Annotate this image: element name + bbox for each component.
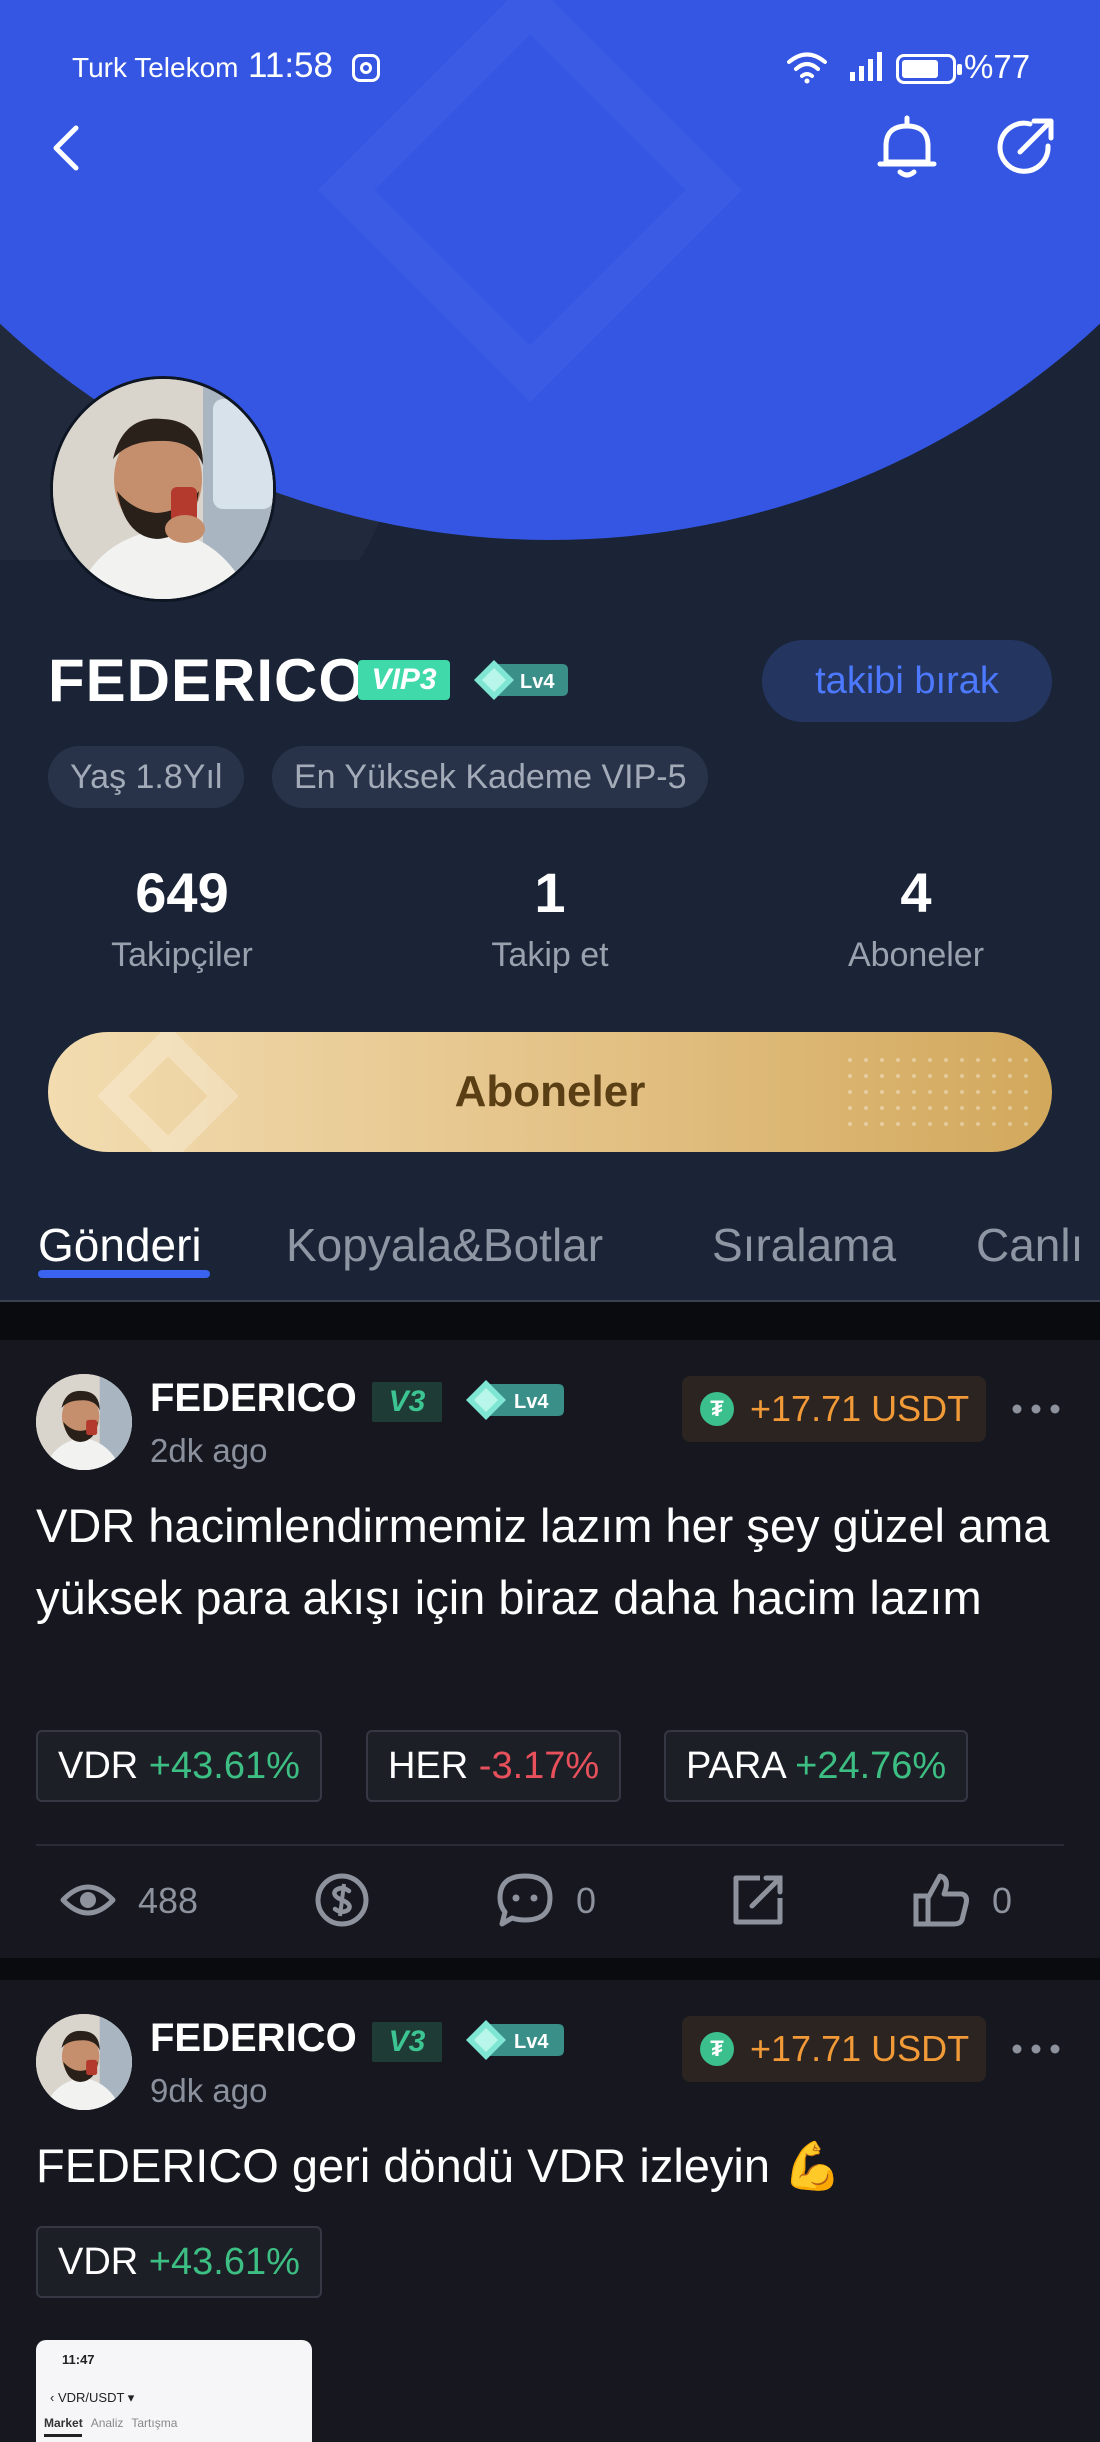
views-count: 488 <box>138 1880 199 1921</box>
chevron-left-icon[interactable] <box>46 118 86 178</box>
subscribe-button[interactable]: Aboneler <box>48 1032 1052 1152</box>
vip-badge: VIP3 <box>358 660 450 700</box>
post-author-name[interactable]: FEDERICO <box>150 2016 357 2061</box>
more-dots-icon[interactable] <box>1012 2044 1060 2054</box>
battery-percent: %77 <box>964 48 1031 85</box>
avatar[interactable] <box>50 376 276 602</box>
coin-change: +43.61% <box>148 2241 300 2283</box>
share-out-icon <box>733 1875 783 1925</box>
button-decoration <box>842 1052 1032 1132</box>
carrier-name: Turk Telekom <box>72 52 239 83</box>
comment-button[interactable]: 0 <box>496 1872 616 1932</box>
tip-button[interactable] <box>314 1872 374 1932</box>
post-text: FEDERICO geri döndü VDR izleyin 💪 <box>36 2139 842 2192</box>
coin-chip[interactable]: PARA +24.76% <box>664 1730 969 1802</box>
post-avatar[interactable] <box>36 2014 132 2110</box>
coin-chip[interactable]: VDR +43.61% <box>36 1730 322 1802</box>
level-badge-label: Lv4 <box>520 671 555 693</box>
coin-symbol: VDR <box>58 2241 139 2283</box>
instagram-icon <box>352 54 380 82</box>
level-badge-label: Lv4 <box>514 1391 549 1413</box>
level-badge-label: Lv4 <box>514 2031 549 2053</box>
post-card[interactable]: FEDERICO V3 Lv4 2dk ago ₮ +17.71 USDT VD… <box>0 1340 1100 1958</box>
vip-tier-chip: En Yüksek Kademe VIP-5 <box>272 746 709 808</box>
avatar-photo <box>36 2014 132 2110</box>
battery-icon <box>896 54 962 84</box>
like-button[interactable]: 0 <box>912 1872 1032 1932</box>
eye-icon <box>60 1884 116 1916</box>
tip-reward-chip: ₮ +17.71 USDT <box>682 1376 986 1442</box>
comment-icon <box>497 1873 553 1927</box>
level-badge: Lv4 <box>474 660 568 700</box>
post-divider <box>36 1844 1064 1846</box>
post-text: VDR hacimlendirmemiz lazım her şey güzel… <box>36 1499 1050 1624</box>
coin-symbol: HER <box>388 1745 469 1787</box>
tab-ranking[interactable]: Sıralama <box>712 1218 896 1272</box>
following-label: Takip et <box>491 936 609 974</box>
unfollow-button[interactable]: takibi bırak <box>762 640 1052 722</box>
avatar-photo <box>53 379 273 599</box>
thumbnail-pair: ‹ VDR/USDT ▾ <box>50 2390 135 2405</box>
active-tab-indicator <box>38 1270 210 1278</box>
tab-posts[interactable]: Gönderi <box>38 1218 202 1272</box>
coin-chip[interactable]: HER -3.17% <box>366 1730 622 1802</box>
post-avatar[interactable] <box>36 1374 132 1470</box>
followers-label: Takipçiler <box>111 936 253 974</box>
status-time: 11:58 <box>248 46 333 85</box>
post-card[interactable]: FEDERICO V3 Lv4 9dk ago ₮ +17.71 USDT FE… <box>0 1980 1100 2442</box>
share-icon[interactable] <box>990 112 1060 182</box>
post-time: 9dk ago <box>150 2072 268 2109</box>
thumbs-up-icon <box>913 1873 969 1927</box>
more-dots-icon[interactable] <box>1012 1404 1060 1414</box>
coin-chip[interactable]: VDR +43.61% <box>36 2226 322 2298</box>
subscribe-button-label: Aboneler <box>454 1067 646 1116</box>
tab-copy-bots[interactable]: Kopyala&Botlar <box>286 1218 603 1272</box>
subscribers-count: 4 <box>900 861 932 924</box>
status-bar: Turk Telekom 11:58 %77 <box>0 42 1100 92</box>
following-count: 1 <box>534 861 566 924</box>
level-badge: Lv4 <box>466 2020 564 2060</box>
signal-icon <box>850 52 882 81</box>
tip-reward-amount: +17.71 USDT <box>750 1388 970 1429</box>
coin-symbol: PARA <box>686 1745 785 1787</box>
vip-badge: V3 <box>372 2022 442 2062</box>
following-stat[interactable]: 1 Takip et <box>420 860 680 975</box>
coin-change: +24.76% <box>795 1745 947 1787</box>
tip-reward-amount: +17.71 USDT <box>750 2028 970 2069</box>
feed-gap <box>0 1302 1100 1340</box>
comment-count: 0 <box>576 1880 597 1921</box>
level-badge: Lv4 <box>466 1380 564 1420</box>
coin-change: +43.61% <box>148 1745 300 1787</box>
subscribers-stat[interactable]: 4 Aboneler <box>786 860 1046 975</box>
thumbnail-tabs: Market Analiz Tartışma <box>44 2416 178 2430</box>
profile-panel: FEDERICO VIP3 Lv4 takibi bırak Yaş 1.8Yı… <box>0 560 1100 1300</box>
vip-badge: V3 <box>372 1382 442 1422</box>
button-decoration <box>97 1032 239 1152</box>
post-image-thumbnail[interactable]: 11:47 ‹ VDR/USDT ▾ Market Analiz Tartışma <box>36 2340 312 2442</box>
coin-symbol: VDR <box>58 1745 139 1787</box>
thumbnail-time: 11:47 <box>62 2352 95 2367</box>
like-count: 0 <box>992 1880 1013 1921</box>
tether-icon: ₮ <box>700 1392 734 1426</box>
bell-icon[interactable] <box>872 112 942 182</box>
post-time: 2dk ago <box>150 1432 268 1469</box>
account-age-chip: Yaş 1.8Yıl <box>48 746 245 808</box>
avatar-photo <box>36 1374 132 1470</box>
wifi-icon <box>787 52 827 84</box>
thumbnail-tab-indicator <box>44 2434 82 2437</box>
views-counter: 488 <box>60 1872 220 1932</box>
feed-gap <box>0 1958 1100 1980</box>
post-author-name[interactable]: FEDERICO <box>150 1376 357 1421</box>
profile-name: FEDERICO <box>48 647 367 714</box>
tether-icon: ₮ <box>700 2032 734 2066</box>
tip-reward-chip: ₮ +17.71 USDT <box>682 2016 986 2082</box>
repost-button[interactable] <box>730 1872 790 1932</box>
coin-change: -3.17% <box>478 1745 600 1787</box>
followers-stat[interactable]: 649 Takipçiler <box>52 860 312 975</box>
followers-count: 649 <box>135 861 229 924</box>
subscribers-label: Aboneler <box>847 936 985 974</box>
coin-icon <box>315 1873 369 1927</box>
tab-live[interactable]: Canlı <box>976 1218 1083 1272</box>
